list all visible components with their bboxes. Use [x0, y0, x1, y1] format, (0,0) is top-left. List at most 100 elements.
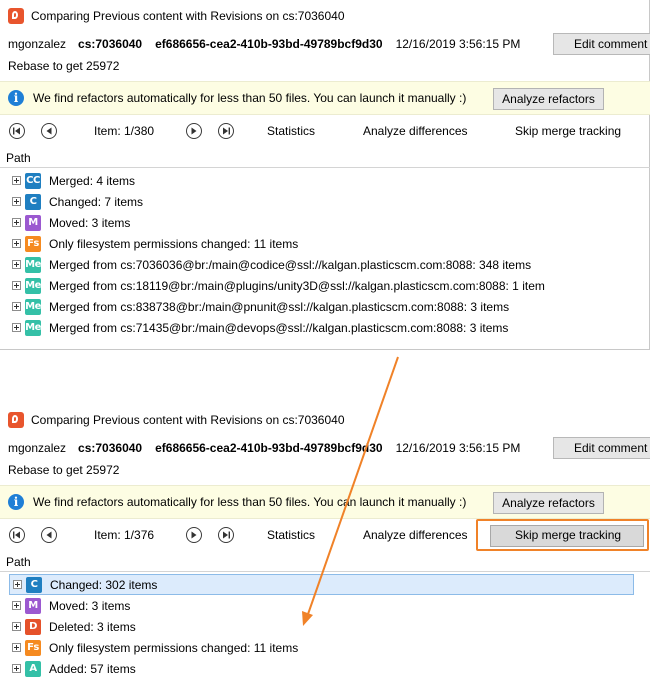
tree-row-label: Only filesystem permissions changed: 11 …	[49, 236, 299, 251]
tree-row[interactable]: CC Merged: 4 items	[0, 170, 650, 191]
expand-icon[interactable]	[12, 601, 21, 610]
next-item-icon[interactable]	[186, 527, 202, 543]
expand-icon[interactable]	[12, 239, 21, 248]
comparison-window-after: Comparing Previous content with Revision…	[0, 404, 650, 687]
path-column-header[interactable]: Path	[0, 148, 650, 168]
changes-tree: CC Merged: 4 items C Changed: 7 items M Moved…	[0, 170, 650, 338]
change-type-icon: D	[25, 618, 41, 635]
change-type-icon: C	[25, 193, 41, 210]
path-column-header[interactable]: Path	[0, 552, 650, 572]
change-type-icon: M	[25, 214, 41, 231]
expand-icon[interactable]	[12, 643, 21, 652]
navigation-toolbar: Item: 1/376 Statistics Analyze differenc…	[0, 519, 650, 551]
plastic-app-icon	[8, 411, 24, 428]
tree-row[interactable]: C Changed: 7 items	[0, 191, 650, 212]
tree-row-label: Merged from cs:7036036@br:/main@codice@s…	[49, 257, 532, 272]
tree-row-label: Added: 57 items	[49, 661, 136, 676]
change-type-icon: Me	[25, 298, 41, 315]
previous-item-icon[interactable]	[41, 123, 57, 139]
change-type-icon: M	[25, 597, 41, 614]
window-title: Comparing Previous content with Revision…	[31, 412, 345, 427]
window-title: Comparing Previous content with Revision…	[31, 8, 345, 23]
tree-row-label: Moved: 3 items	[49, 598, 131, 613]
changeset-comment: Rebase to get 25972	[8, 59, 120, 73]
info-icon: i	[8, 90, 24, 106]
tree-row-label: Merged: 4 items	[49, 173, 136, 188]
changeset-date: 12/16/2019 3:56:15 PM	[395, 36, 521, 51]
next-item-icon[interactable]	[186, 123, 202, 139]
tree-row[interactable]: Me Merged from cs:18119@br:/main@plugins/…	[0, 275, 650, 296]
plastic-app-icon	[8, 7, 24, 24]
refactor-info-bar: i We find refactors automatically for le…	[0, 485, 650, 519]
change-type-icon: A	[25, 660, 41, 677]
expand-icon[interactable]	[12, 176, 21, 185]
change-type-icon: CC	[25, 172, 41, 189]
changeset-info: mgonzalez cs:7036040 ef686656-cea2-410b-…	[0, 31, 650, 56]
analyze-differences-button[interactable]: Analyze differences	[363, 124, 468, 138]
change-type-icon: Me	[25, 256, 41, 273]
tree-row-label: Changed: 7 items	[49, 194, 144, 209]
info-message: We find refactors automatically for less…	[33, 91, 467, 105]
expand-icon[interactable]	[12, 197, 21, 206]
tree-row[interactable]: A Added: 57 items	[0, 658, 650, 679]
expand-icon[interactable]	[12, 260, 21, 269]
tree-row[interactable]: M Moved: 3 items	[0, 595, 650, 616]
tree-row[interactable]: C Changed: 302 items	[9, 574, 634, 595]
expand-icon[interactable]	[12, 323, 21, 332]
title-bar: Comparing Previous content with Revision…	[0, 0, 650, 31]
first-item-icon[interactable]	[9, 527, 25, 543]
expand-icon[interactable]	[12, 218, 21, 227]
expand-icon[interactable]	[12, 281, 21, 290]
expand-icon[interactable]	[12, 622, 21, 631]
tree-row[interactable]: Fs Only filesystem permissions changed: 1…	[0, 637, 650, 658]
change-type-icon: Me	[25, 277, 41, 294]
statistics-button[interactable]: Statistics	[267, 528, 315, 542]
skip-merge-tracking-button[interactable]: Skip merge tracking	[515, 124, 621, 138]
change-type-icon: Fs	[25, 639, 41, 656]
changeset-id: cs:7036040	[78, 440, 143, 455]
change-type-icon: Me	[25, 319, 41, 336]
tree-row-label: Moved: 3 items	[49, 215, 131, 230]
changes-tree: C Changed: 302 items M Moved: 3 items D Delet…	[0, 574, 650, 679]
analyze-refactors-button[interactable]: Analyze refactors	[493, 88, 604, 110]
tree-row-label: Merged from cs:71435@br:/main@devops@ssl…	[49, 320, 509, 335]
tree-row[interactable]: M Moved: 3 items	[0, 212, 650, 233]
expand-icon[interactable]	[13, 580, 22, 589]
item-position: Item: 1/380	[94, 124, 155, 138]
changeset-id: cs:7036040	[78, 36, 143, 51]
previous-item-icon[interactable]	[41, 527, 57, 543]
skip-merge-tracking-button[interactable]: Skip merge tracking	[515, 528, 621, 542]
changeset-user: mgonzalez	[8, 440, 67, 455]
changeset-info: mgonzalez cs:7036040 ef686656-cea2-410b-…	[0, 435, 650, 460]
item-position: Item: 1/376	[94, 528, 155, 542]
expand-icon[interactable]	[12, 664, 21, 673]
tree-row[interactable]: Me Merged from cs:71435@br:/main@devops@s…	[0, 317, 650, 338]
tree-row[interactable]: Fs Only filesystem permissions changed: 1…	[0, 233, 650, 254]
change-type-icon: Fs	[25, 235, 41, 252]
statistics-button[interactable]: Statistics	[267, 124, 315, 138]
edit-comment-button[interactable]: Edit comment	[553, 437, 650, 459]
comparison-window-before: Comparing Previous content with Revision…	[0, 0, 650, 350]
changeset-guid: ef686656-cea2-410b-93bd-49789bcf9d30	[155, 36, 383, 51]
info-icon: i	[8, 494, 24, 510]
title-bar: Comparing Previous content with Revision…	[0, 404, 650, 435]
analyze-differences-button[interactable]: Analyze differences	[363, 528, 468, 542]
edit-comment-button[interactable]: Edit comment	[553, 33, 650, 55]
tree-row-label: Deleted: 3 items	[49, 619, 136, 634]
tree-row-label: Changed: 302 items	[50, 577, 158, 592]
last-item-icon[interactable]	[218, 527, 234, 543]
tree-row[interactable]: D Deleted: 3 items	[0, 616, 650, 637]
tree-row-label: Merged from cs:18119@br:/main@plugins/un…	[49, 278, 545, 293]
changeset-user: mgonzalez	[8, 36, 67, 51]
expand-icon[interactable]	[12, 302, 21, 311]
changeset-guid: ef686656-cea2-410b-93bd-49789bcf9d30	[155, 440, 383, 455]
first-item-icon[interactable]	[9, 123, 25, 139]
analyze-refactors-button[interactable]: Analyze refactors	[493, 492, 604, 514]
navigation-toolbar: Item: 1/380 Statistics Analyze differenc…	[0, 116, 650, 146]
last-item-icon[interactable]	[218, 123, 234, 139]
tree-row[interactable]: Me Merged from cs:838738@br:/main@pnunit@…	[0, 296, 650, 317]
tree-row[interactable]: Me Merged from cs:7036036@br:/main@codice…	[0, 254, 650, 275]
change-type-icon: C	[26, 576, 42, 593]
tree-row-label: Only filesystem permissions changed: 11 …	[49, 640, 299, 655]
refactor-info-bar: i We find refactors automatically for le…	[0, 81, 650, 115]
